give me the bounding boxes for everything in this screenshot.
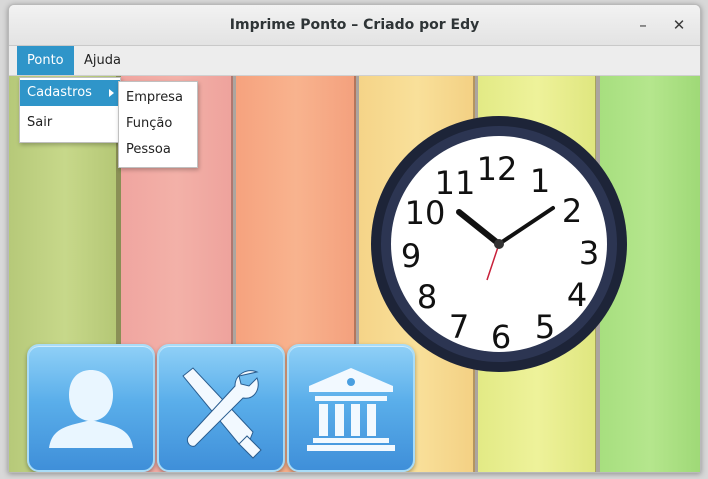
- bank-icon: [307, 368, 395, 451]
- titlebar: Imprime Ponto – Criado por Edy – ✕: [9, 5, 700, 46]
- submenu-arrow-icon: [109, 89, 114, 97]
- clock-number-7: 7: [449, 308, 469, 346]
- wall-clock-image: 12 1 2 3 4 5 6 7 8 9 10 11: [367, 112, 631, 376]
- clock-number-4: 4: [567, 276, 587, 314]
- menubar: Ponto Ajuda: [9, 46, 700, 76]
- close-button[interactable]: ✕: [668, 15, 690, 35]
- menu-item-sair[interactable]: Sair: [20, 110, 120, 136]
- person-icon: [49, 370, 133, 448]
- window-title: Imprime Ponto – Criado por Edy: [229, 17, 480, 33]
- tools-tile-button[interactable]: [157, 344, 285, 472]
- clock-number-9: 9: [401, 237, 421, 275]
- menu-item-cadastros-label: Cadastros: [27, 85, 92, 100]
- menu-ajuda[interactable]: Ajuda: [74, 46, 131, 75]
- cadastros-submenu: Empresa Função Pessoa: [118, 81, 198, 168]
- bank-tile-button[interactable]: [287, 344, 415, 472]
- clock-number-3: 3: [579, 234, 599, 272]
- person-tile-button[interactable]: [27, 344, 155, 472]
- menu-item-pessoa[interactable]: Pessoa: [119, 137, 197, 163]
- menu-item-empresa[interactable]: Empresa: [119, 85, 197, 111]
- clock-number-12: 12: [477, 150, 518, 188]
- clock-number-8: 8: [417, 278, 437, 316]
- ponto-menu-dropdown: Cadastros Sair: [19, 77, 121, 143]
- menu-item-cadastros[interactable]: Cadastros: [20, 80, 120, 106]
- clock-number-1: 1: [530, 162, 550, 200]
- clock-number-2: 2: [562, 192, 582, 230]
- clock-number-11: 11: [435, 164, 476, 202]
- app-window: Imprime Ponto – Criado por Edy – ✕ Ponto…: [8, 4, 701, 473]
- menu-ponto[interactable]: Ponto: [17, 46, 74, 75]
- minimize-button[interactable]: –: [632, 15, 654, 35]
- menu-item-funcao[interactable]: Função: [119, 111, 197, 137]
- clock-number-5: 5: [535, 308, 555, 346]
- tools-icon: [182, 367, 262, 459]
- clock-number-6: 6: [491, 318, 511, 356]
